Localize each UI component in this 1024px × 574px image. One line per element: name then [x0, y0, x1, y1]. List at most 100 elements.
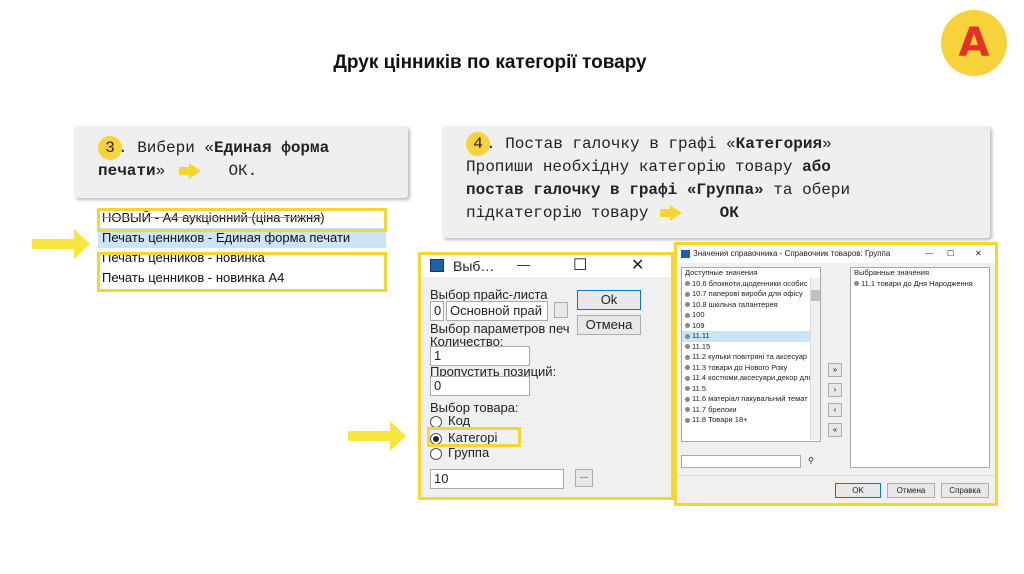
list-item[interactable]: 11.4 костюми,аксесуари,декор для [682, 373, 820, 384]
cancel-button[interactable]: Отмена [577, 315, 641, 335]
selected-header: Выбранные значения [854, 268, 930, 277]
step4-ok: ОК [719, 204, 739, 222]
skip-field[interactable]: 0 [430, 376, 530, 396]
item-icon [685, 323, 690, 329]
price-list-name-field[interactable]: Основной прай [446, 301, 548, 321]
help-button[interactable]: Справка [941, 483, 989, 498]
list-item[interactable]: 11.1 товари до Дня Народження [851, 279, 989, 290]
list-item[interactable]: 11.3 товари до Нового Року [682, 363, 820, 374]
arrow-icon [660, 204, 683, 222]
list-item-label: 10.7 паперові вироби для офісу [692, 289, 803, 298]
radio-icon [430, 415, 442, 428]
item-icon [685, 407, 690, 413]
move-button[interactable]: « [828, 423, 842, 437]
list-item-label: 11.15 [692, 341, 711, 351]
list-item-label: 11.11 [692, 331, 710, 340]
list-item[interactable]: 10.7 паперові вироби для офісу [682, 289, 820, 300]
search-icon[interactable]: ⚲ [808, 456, 814, 465]
available-list[interactable]: Доступные значения 10.6 блокноти,щоденни… [681, 267, 821, 442]
cancel-button[interactable]: Отмена [887, 483, 935, 498]
scrollbar-thumb[interactable] [811, 290, 820, 301]
selected-list[interactable]: Выбранные значения 11.1 товари до Дня На… [850, 267, 990, 468]
slide-title: Друк цінників по категорії товару [333, 52, 647, 73]
filter-input[interactable] [681, 455, 801, 468]
maximize-icon[interactable]: ☐ [947, 245, 954, 263]
list-item-label: 11.6 матеріал пакувальний темат [692, 394, 808, 403]
item-icon [685, 344, 690, 350]
list-item[interactable]: 10.6 блокноти,щоденники особис [682, 279, 820, 290]
app-icon [430, 259, 444, 272]
item-icon [685, 365, 690, 371]
item-icon [685, 302, 690, 308]
item-icon [685, 354, 690, 360]
item-icon [685, 291, 690, 297]
list-item-label: 11.5 [692, 383, 707, 393]
ok-button[interactable]: OK [835, 483, 881, 498]
pointer-arrow-icon [348, 421, 406, 451]
list-item[interactable]: 11.2 кульки повітряні та аксесуар [682, 352, 820, 363]
app-icon [681, 250, 690, 258]
item-icon [685, 333, 690, 339]
step3-line2: печати» ОК. [98, 160, 408, 183]
move-button[interactable]: › [828, 383, 842, 397]
move-button[interactable]: ‹ [828, 403, 842, 417]
step3-ok: ОК. [228, 162, 258, 180]
quantity-field[interactable]: 1 [430, 346, 530, 366]
step4-text-2: Пропиши необхідну категорію товару [466, 158, 803, 176]
price-list-code-field[interactable]: 0 [430, 301, 444, 321]
radio-code[interactable]: Код [430, 413, 470, 428]
pointer-arrow-icon [32, 229, 90, 259]
list-item[interactable]: 10.8 шкільна галантерея [682, 300, 820, 311]
arrow-icon [178, 162, 201, 180]
list-item-label: 11.1 товари до Дня Народження [861, 278, 973, 288]
step4-text-close: » [822, 135, 832, 153]
list-item[interactable]: 109 [682, 321, 820, 332]
ok-button[interactable]: Ok [577, 290, 641, 310]
print-dialog: Выб… — ☐ ✕ Выбор прайс-листа 0 Основной … [421, 255, 671, 497]
step4-line3: постав галочку в графі «Группа» та обери [466, 179, 990, 202]
minimize-icon[interactable]: — [925, 245, 933, 263]
radio-group[interactable]: Группа [430, 445, 489, 460]
list-item[interactable]: 11.5 [682, 384, 820, 395]
close-icon[interactable]: ✕ [631, 255, 644, 275]
reference-title: Значения справочника - Справочник товаро… [693, 249, 891, 258]
list-item[interactable]: 100 [682, 310, 820, 321]
list-item-label: 11.3 товари до Нового Року [692, 362, 788, 372]
move-buttons: » › ‹ « [828, 363, 842, 443]
list-item-label: 109 [692, 320, 705, 330]
price-list-label: Выбор прайс-листа [430, 287, 548, 302]
minimize-icon[interactable]: — [517, 257, 530, 272]
dialog-titlebar: Выб… — ☐ ✕ [421, 255, 671, 277]
scrollbar[interactable] [810, 278, 820, 440]
reference-titlebar: Значения справочника - Справочник товаро… [677, 245, 995, 263]
list-item-label: 100 [692, 310, 705, 319]
step4-note: 4. Постав галочку в графі «Категория» Пр… [442, 126, 990, 238]
step4-bold-group: постав галочку в графі «Группа» [466, 181, 764, 199]
maximize-icon[interactable]: ☐ [573, 255, 587, 275]
item-icon [685, 375, 690, 381]
step4-bold-category: Категория [735, 135, 823, 153]
list-item[interactable]: 11.8 Товари 18+ [682, 415, 820, 426]
list-item[interactable]: 11.7 брелоки [682, 405, 820, 416]
list-item-label: 10.6 блокноти,щоденники особис [692, 278, 808, 288]
price-list-browse-button[interactable] [554, 302, 568, 318]
list-item[interactable]: 11.15 [682, 342, 820, 353]
close-icon[interactable]: ✕ [975, 245, 982, 263]
step3-text-after: » [155, 162, 166, 180]
item-icon [854, 281, 859, 287]
list-item[interactable]: 11.6 матеріал пакувальний темат [682, 394, 820, 405]
available-header: Доступные значения [685, 268, 758, 277]
browse-button[interactable]: ... [575, 469, 593, 487]
move-button[interactable]: » [828, 363, 842, 377]
dialog-title: Выб… [453, 258, 495, 274]
item-icon [685, 312, 690, 318]
category-input[interactable]: 10 [430, 469, 564, 489]
list-item-label: 11.7 брелоки [692, 404, 737, 414]
step4-text-3: та обери [763, 181, 851, 199]
item-icon [685, 281, 690, 287]
ref-footer-divider [677, 475, 995, 476]
list-item-selected[interactable]: 11.11 [682, 331, 820, 342]
highlight-box [97, 208, 387, 232]
step3-text: . Вибери « [118, 139, 215, 157]
step3-note: 3. Вибери «Единая форма печати» ОК. [74, 126, 408, 198]
